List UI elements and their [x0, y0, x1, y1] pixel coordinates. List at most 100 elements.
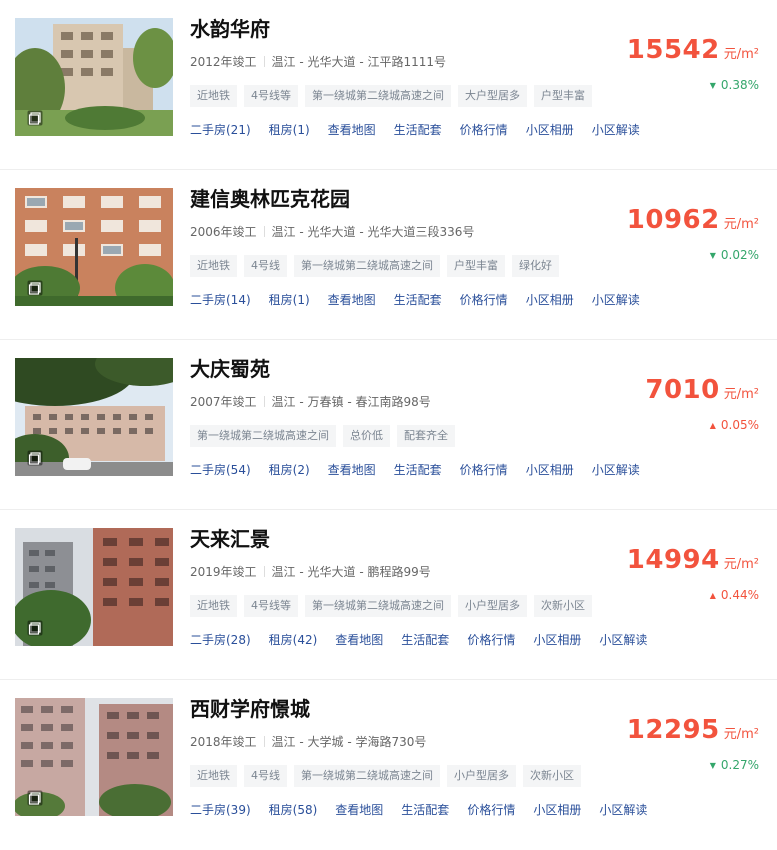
- analysis-link[interactable]: 小区解读: [599, 633, 647, 647]
- price-change: ▲ 0.05%: [710, 418, 759, 432]
- price-trend-link[interactable]: 价格行情: [460, 123, 508, 137]
- avg-price: 14994 元/m²: [627, 545, 759, 575]
- built-year: 2018年竣工: [190, 735, 257, 749]
- rental-link[interactable]: 租房(42): [269, 633, 318, 647]
- feature-tag: 户型丰富: [534, 85, 592, 107]
- price-trend-link[interactable]: 价格行情: [467, 803, 515, 817]
- quick-links: 二手房(14) 租房(1) 查看地图 生活配套 价格行情 小区相册 小区解读: [190, 291, 658, 308]
- map-link[interactable]: 查看地图: [335, 633, 383, 647]
- resale-link[interactable]: 二手房(54): [190, 463, 251, 477]
- rental-link[interactable]: 租房(1): [269, 293, 310, 307]
- price-unit: 元/m²: [723, 727, 759, 742]
- resale-link[interactable]: 二手房(14): [190, 293, 251, 307]
- resale-link[interactable]: 二手房(21): [190, 123, 251, 137]
- price-change: ▼ 0.02%: [710, 248, 759, 262]
- community-photo[interactable]: [15, 698, 173, 816]
- built-year: 2006年竣工: [190, 225, 257, 239]
- album-icon: [27, 790, 43, 806]
- feature-tag: 小户型居多: [447, 765, 516, 787]
- location: 温江 - 光华大道 - 光华大道三段336号: [271, 225, 475, 239]
- change-value: 0.44%: [720, 588, 759, 602]
- quick-links: 二手房(54) 租房(2) 查看地图 生活配套 价格行情 小区相册 小区解读: [190, 461, 658, 478]
- price-change: ▼ 0.38%: [710, 78, 759, 92]
- listing-item: 西财学府憬城 2018年竣工 温江 - 大学城 - 学海路730号 近地铁 4号线第…: [0, 680, 777, 850]
- quick-links: 二手房(39) 租房(58) 查看地图 生活配套 价格行情 小区相册 小区解读: [190, 801, 665, 818]
- album-link[interactable]: 小区相册: [533, 633, 581, 647]
- analysis-link[interactable]: 小区解读: [592, 123, 640, 137]
- location: 温江 - 万春镇 - 春江南路98号: [271, 395, 431, 409]
- price-unit: 元/m²: [723, 557, 759, 572]
- community-photo[interactable]: [15, 18, 173, 136]
- resale-link[interactable]: 二手房(39): [190, 803, 251, 817]
- price-trend-link[interactable]: 价格行情: [467, 633, 515, 647]
- amenities-link[interactable]: 生活配套: [394, 123, 442, 137]
- avg-price: 12295 元/m²: [627, 715, 759, 745]
- price-change: ▼ 0.27%: [710, 758, 759, 772]
- location: 温江 - 光华大道 - 鹏程路99号: [271, 565, 431, 579]
- community-meta: 2018年竣工 温江 - 大学城 - 学海路730号: [190, 733, 426, 751]
- price-value: 10962: [626, 205, 720, 235]
- rental-link[interactable]: 租房(1): [269, 123, 310, 137]
- map-link[interactable]: 查看地图: [328, 293, 376, 307]
- amenities-link[interactable]: 生活配套: [394, 463, 442, 477]
- feature-tag: 近地铁: [190, 255, 237, 277]
- amenities-link[interactable]: 生活配套: [401, 803, 449, 817]
- community-meta: 2012年竣工 温江 - 光华大道 - 江平路1111号: [190, 53, 446, 71]
- amenities-link[interactable]: 生活配套: [394, 293, 442, 307]
- change-value: 0.05%: [720, 418, 759, 432]
- amenities-link[interactable]: 生活配套: [401, 633, 449, 647]
- price-value: 14994: [626, 545, 720, 575]
- listing-item: 水韵华府 2012年竣工 温江 - 光华大道 - 江平路1111号 近地铁 4号线等…: [0, 0, 777, 170]
- divider: [263, 396, 265, 407]
- feature-tag: 户型丰富: [447, 255, 505, 277]
- feature-tag: 绿化好: [512, 255, 559, 277]
- price-trend-link[interactable]: 价格行情: [460, 293, 508, 307]
- album-link[interactable]: 小区相册: [526, 293, 574, 307]
- divider: [263, 736, 265, 747]
- community-photo[interactable]: [15, 528, 173, 646]
- community-name[interactable]: 水韵华府: [190, 16, 270, 42]
- community-name[interactable]: 大庆蜀苑: [190, 356, 270, 382]
- arrow-down-icon: ▼: [709, 81, 716, 90]
- feature-tag: 第一绕城第二绕城高速之间: [305, 85, 451, 107]
- community-photo[interactable]: [15, 358, 173, 476]
- listing-item: 天来汇景 2019年竣工 温江 - 光华大道 - 鹏程路99号 近地铁 4号线等 第一…: [0, 510, 777, 680]
- built-year: 2019年竣工: [190, 565, 257, 579]
- resale-link[interactable]: 二手房(28): [190, 633, 251, 647]
- listing-item: 大庆蜀苑 2007年竣工 温江 - 万春镇 - 春江南路98号 第一绕城第二绕城高…: [0, 340, 777, 510]
- divider: [263, 566, 265, 577]
- feature-tag: 大户型居多: [458, 85, 527, 107]
- analysis-link[interactable]: 小区解读: [599, 803, 647, 817]
- analysis-link[interactable]: 小区解读: [592, 293, 640, 307]
- tag-list: 近地铁 4号线等 第一绕城第二绕城高速之间 大户型居多 户型丰富: [190, 84, 599, 107]
- rental-link[interactable]: 租房(2): [269, 463, 310, 477]
- community-name[interactable]: 天来汇景: [190, 526, 270, 552]
- map-link[interactable]: 查看地图: [328, 123, 376, 137]
- community-meta: 2006年竣工 温江 - 光华大道 - 光华大道三段336号: [190, 223, 474, 241]
- feature-tag: 配套齐全: [397, 425, 455, 447]
- map-link[interactable]: 查看地图: [328, 463, 376, 477]
- album-icon: [27, 110, 43, 126]
- community-meta: 2007年竣工 温江 - 万春镇 - 春江南路98号: [190, 393, 431, 411]
- avg-price: 15542 元/m²: [627, 35, 759, 65]
- analysis-link[interactable]: 小区解读: [592, 463, 640, 477]
- album-link[interactable]: 小区相册: [526, 463, 574, 477]
- divider: [263, 56, 265, 67]
- feature-tag: 第一绕城第二绕城高速之间: [190, 425, 336, 447]
- feature-tag: 4号线等: [244, 595, 298, 617]
- map-link[interactable]: 查看地图: [335, 803, 383, 817]
- community-photo[interactable]: [15, 188, 173, 306]
- album-link[interactable]: 小区相册: [533, 803, 581, 817]
- listing-item: 建信奥林匹克花园 2006年竣工 温江 - 光华大道 - 光华大道三段336号 近…: [0, 170, 777, 340]
- feature-tag: 次新小区: [523, 765, 581, 787]
- price-value: 7010: [645, 375, 720, 405]
- change-value: 0.02%: [720, 248, 759, 262]
- community-name[interactable]: 西财学府憬城: [190, 696, 310, 722]
- album-link[interactable]: 小区相册: [526, 123, 574, 137]
- feature-tag: 次新小区: [534, 595, 592, 617]
- price-trend-link[interactable]: 价格行情: [460, 463, 508, 477]
- feature-tag: 第一绕城第二绕城高速之间: [305, 595, 451, 617]
- rental-link[interactable]: 租房(58): [269, 803, 318, 817]
- feature-tag: 近地铁: [190, 765, 237, 787]
- community-name[interactable]: 建信奥林匹克花园: [190, 186, 350, 212]
